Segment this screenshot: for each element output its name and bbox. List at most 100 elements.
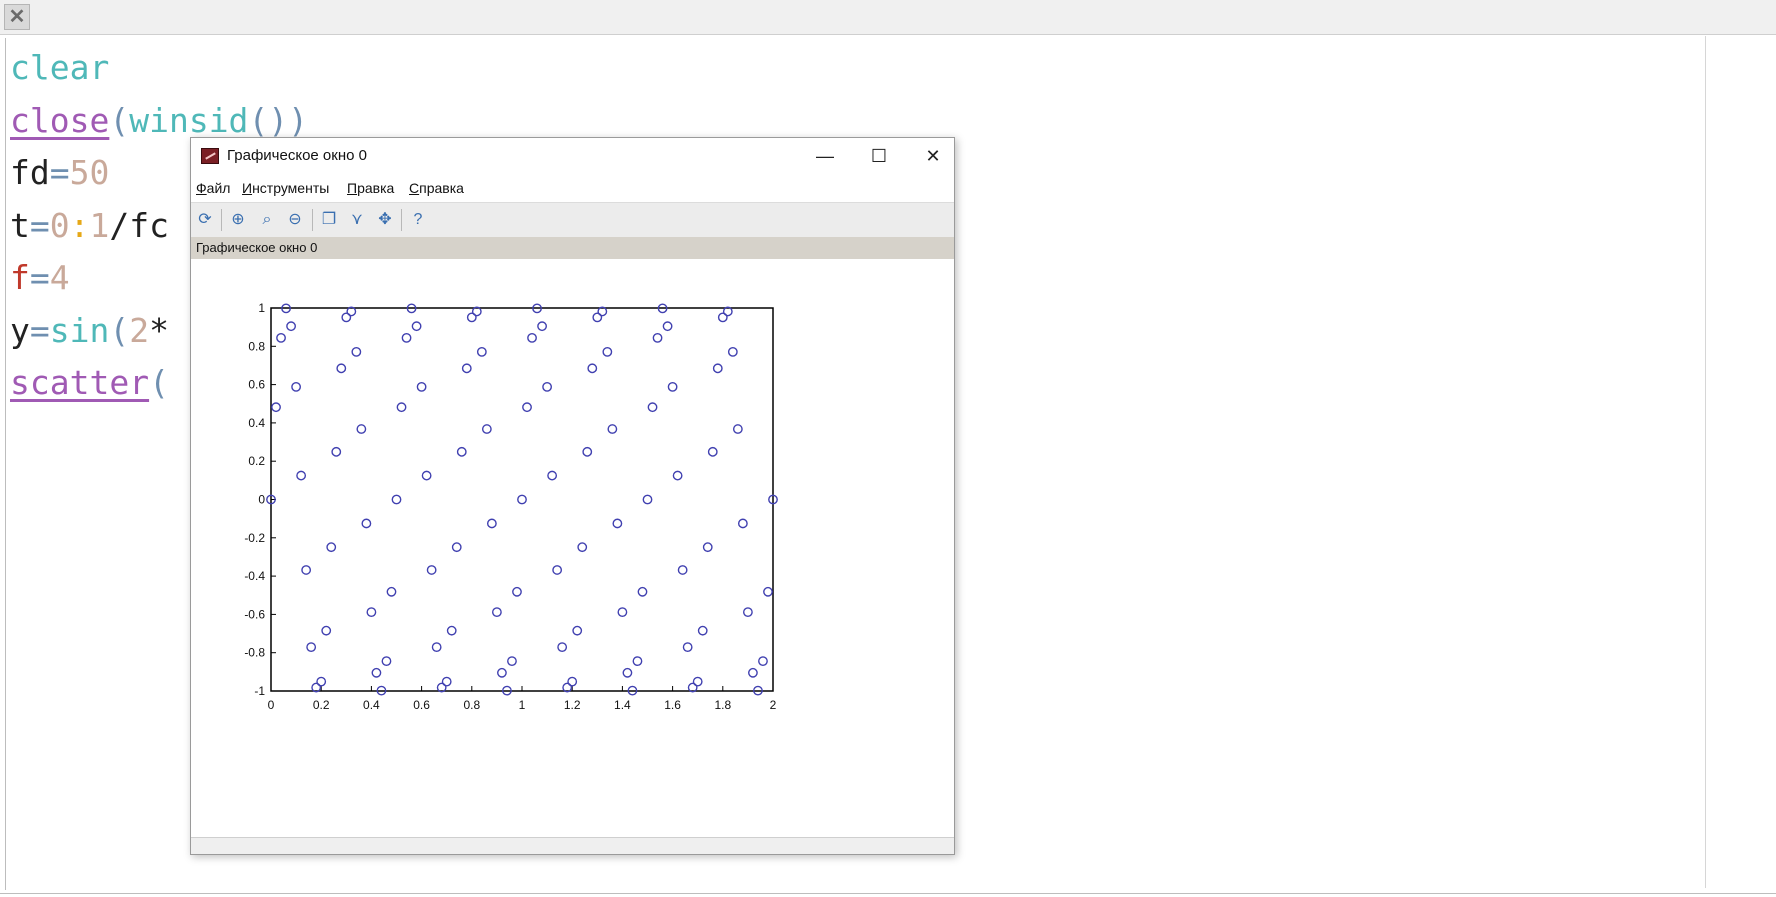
x-tick-label: 2 [770, 698, 777, 712]
code-token: f [10, 258, 30, 297]
figure-info-text: Графическое окно 0 [196, 240, 318, 255]
plot-axes-box [270, 307, 774, 692]
minimize-button[interactable]: — [803, 142, 847, 170]
scatter-point [271, 402, 281, 413]
x-tick-label: 1.8 [714, 698, 731, 712]
code-token: : [69, 205, 90, 245]
x-tick-label: 1.6 [664, 698, 681, 712]
copy-window-icon[interactable]: ❐ [319, 210, 339, 230]
code-token: = [29, 205, 50, 245]
code-token: close [10, 100, 110, 140]
editor-bottom-border [0, 893, 1776, 894]
scatter-point [366, 607, 377, 618]
scatter-point [647, 402, 658, 413]
scatter-point [336, 363, 347, 374]
scatter-point [557, 642, 568, 653]
toolbar-separator [401, 209, 402, 231]
code-token: 1 [89, 205, 110, 245]
scatter-point [662, 321, 673, 332]
toolbar-separator [221, 209, 222, 231]
scatter-point [396, 402, 407, 413]
y-tick-label: -1 [254, 684, 265, 698]
menu-bar: Файл Инструменты Правка Справка [191, 178, 954, 200]
help-icon[interactable]: ? [408, 210, 428, 230]
scatter-point [386, 586, 397, 597]
scatter-point [577, 542, 588, 553]
close-window-button[interactable]: ✕ [911, 142, 955, 170]
scatter-point [612, 518, 623, 529]
scatter-point [692, 676, 703, 687]
scatter-point [527, 332, 537, 343]
scatter-point [542, 381, 552, 392]
scatter-point [301, 565, 312, 575]
scatter-point [331, 446, 342, 457]
x-tick-label: 0.6 [413, 698, 430, 712]
scatter-point [326, 542, 337, 553]
graphic-window[interactable]: Графическое окно 0 — ☐ ✕ Файл Инструмент… [190, 137, 955, 855]
scatter-point [617, 607, 628, 618]
scatter-point [743, 607, 753, 618]
scatter-point [763, 586, 773, 597]
scatter-point [512, 586, 522, 597]
scatter-point [291, 381, 302, 392]
code-token: fd [10, 153, 50, 192]
scatter-point [737, 518, 748, 529]
code-token: ( [149, 363, 169, 402]
scatter-point [602, 346, 613, 357]
maximize-button[interactable]: ☐ [857, 142, 901, 170]
zoom-in-icon[interactable]: ⊕ [228, 210, 248, 230]
scatter-point [748, 667, 758, 678]
y-tick-label: 0.4 [248, 416, 265, 430]
scatter-point [622, 667, 633, 678]
code-line[interactable]: clear [10, 42, 308, 95]
zoom-out-icon[interactable]: ⊖ [285, 210, 305, 230]
scatter-point [652, 332, 663, 343]
menu-file[interactable]: Файл [196, 180, 230, 196]
scatter-point [667, 381, 678, 392]
zoom-fit-icon[interactable]: ⌕ [257, 210, 277, 230]
datatip-icon[interactable]: ⋎ [347, 210, 367, 230]
figure-info-bar: Графическое окно 0 [191, 237, 954, 259]
menu-tools[interactable]: Инструменты [242, 180, 329, 196]
scatter-point [401, 332, 412, 343]
scatter-point [567, 676, 578, 687]
close-tab-icon[interactable]: ✕ [4, 4, 30, 30]
horizontal-scrollbar[interactable] [191, 837, 954, 854]
scatter-point [712, 363, 723, 374]
menu-help[interactable]: Справка [409, 180, 464, 196]
rotate-icon[interactable]: ⟳ [195, 210, 215, 230]
pan-icon[interactable]: ✥ [375, 210, 395, 230]
scatter-point [351, 346, 362, 357]
scatter-point [296, 470, 307, 481]
x-tick-label: 0.2 [313, 698, 330, 712]
y-tick-label: 0.8 [248, 339, 265, 353]
scatter-point [707, 446, 718, 457]
scatter-point [517, 494, 527, 505]
scatter-point [637, 586, 648, 597]
menu-edit[interactable]: Правка [347, 180, 394, 196]
window-title: Графическое окно 0 [227, 147, 367, 164]
code-token: scatter [10, 363, 150, 402]
scatter-plot[interactable]: 0 0.2 0.4 0.6 0.8 1 1.2 1.4 1.6 1.8 2 -1 -0.8 -0.6 -0.… [191, 260, 954, 820]
scatter-point [276, 332, 286, 343]
code-token: /fc [109, 205, 169, 245]
code-token: = [29, 258, 50, 297]
scatter-point [431, 642, 442, 653]
scatter-point [607, 424, 618, 434]
scatter-point [642, 494, 653, 505]
scatter-point [507, 656, 517, 667]
scatter-point [421, 470, 432, 481]
scatter-point [697, 625, 708, 636]
graphic-window-titlebar[interactable]: Графическое окно 0 — ☐ ✕ [191, 138, 954, 174]
y-tick-label: 0.2 [248, 454, 265, 468]
scilab-graphic-icon [201, 148, 219, 164]
scatter-point [451, 542, 462, 553]
y-tick-label: -0.2 [244, 531, 265, 545]
scatter-point [677, 565, 688, 575]
graphic-toolbar: ⟳ ⊕ ⌕ ⊖ ❐ ⋎ ✥ ? [191, 202, 954, 237]
scatter-point [371, 667, 382, 678]
scatter-point [481, 424, 492, 434]
scatter-point [758, 656, 768, 667]
scatter-point [491, 607, 502, 618]
x-tick-label: 1.4 [614, 698, 631, 712]
